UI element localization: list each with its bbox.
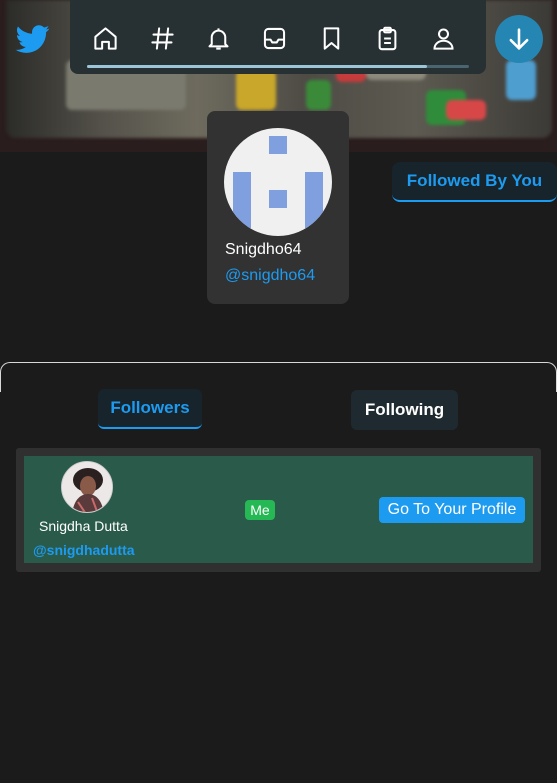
- user-name: Snigdha Dutta: [39, 518, 128, 534]
- tab-following[interactable]: Following: [351, 390, 458, 430]
- hashtag-icon[interactable]: [147, 23, 177, 53]
- user-icon[interactable]: [428, 23, 458, 53]
- clipboard-icon[interactable]: [372, 23, 402, 53]
- list-item[interactable]: Snigdha Dutta @snigdhadutta Me Go To You…: [24, 456, 533, 563]
- bell-icon[interactable]: [203, 23, 233, 53]
- app-root: Snigdho64 @snigdho64 Followed By You Fol…: [0, 0, 557, 783]
- arrow-down-icon: [509, 28, 529, 50]
- nav-progress-track: [87, 65, 469, 68]
- me-badge: Me: [245, 500, 275, 520]
- tab-followers[interactable]: Followers: [98, 389, 202, 429]
- user-handle[interactable]: @snigdhadutta: [33, 542, 135, 558]
- go-to-profile-button[interactable]: Go To Your Profile: [379, 497, 525, 523]
- profile-avatar[interactable]: [224, 128, 332, 236]
- twitter-logo-icon[interactable]: [14, 22, 52, 56]
- followers-list: Snigdha Dutta @snigdhadutta Me Go To You…: [16, 448, 541, 572]
- follow-panel-border: [0, 362, 557, 392]
- profile-card: Snigdho64 @snigdho64: [207, 111, 349, 304]
- scroll-down-button[interactable]: [495, 15, 543, 63]
- bookmark-icon[interactable]: [316, 23, 346, 53]
- followed-by-you-badge: Followed By You: [392, 162, 557, 202]
- avatar[interactable]: [61, 461, 113, 513]
- home-icon[interactable]: [90, 23, 120, 53]
- profile-handle[interactable]: @snigdho64: [225, 267, 315, 285]
- profile-name: Snigdho64: [225, 241, 302, 258]
- nav-progress-fill: [87, 65, 427, 68]
- top-navbar: [70, 0, 486, 74]
- inbox-icon[interactable]: [259, 23, 289, 53]
- user-photo: [62, 462, 112, 512]
- identicon-avatar: [233, 136, 323, 228]
